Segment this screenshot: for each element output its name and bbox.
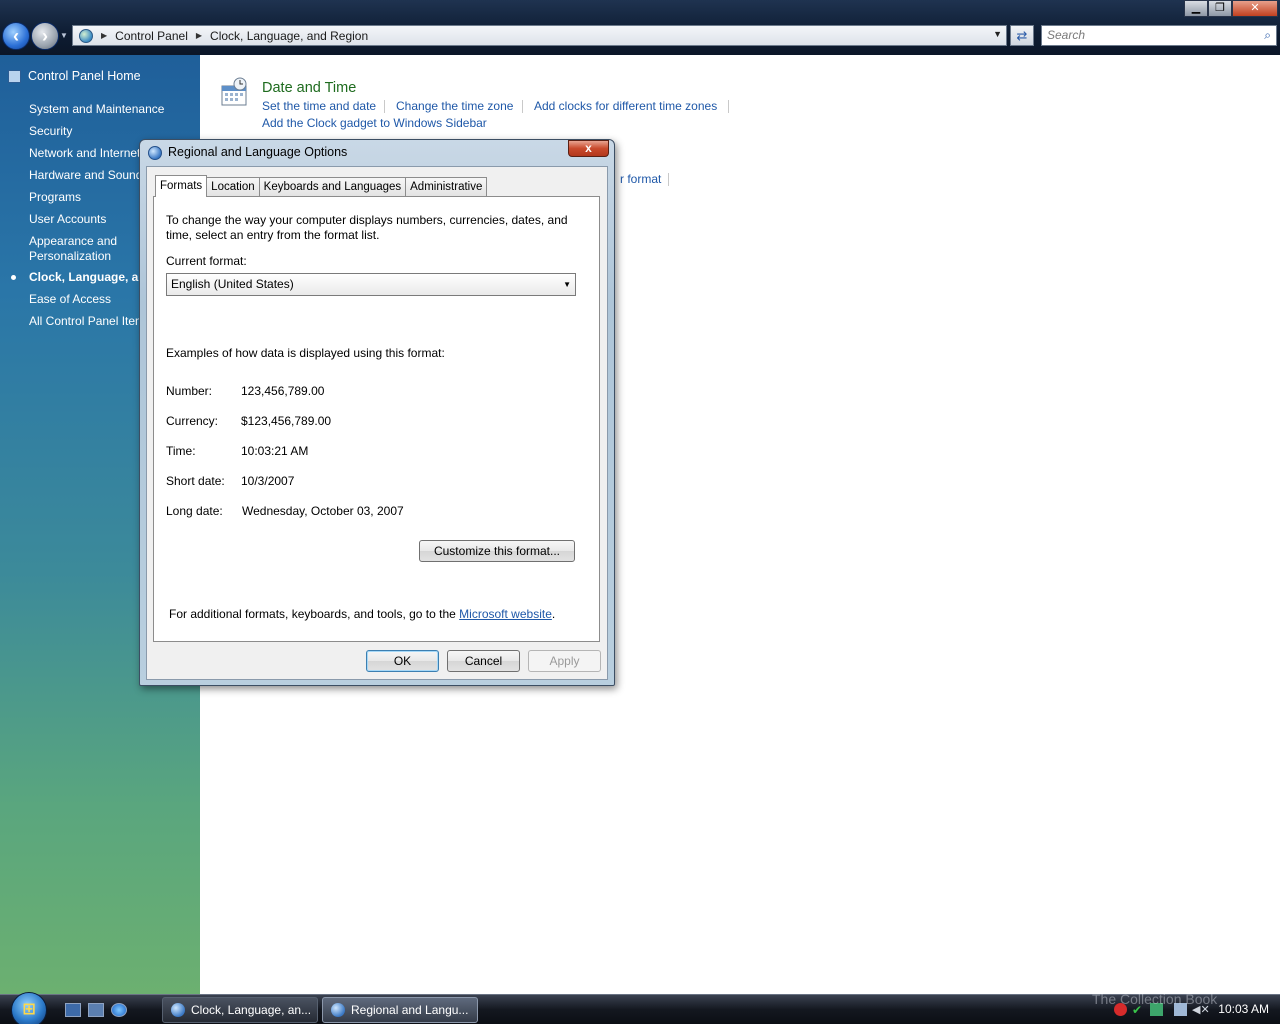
microsoft-website-link[interactable]: Microsoft website — [459, 607, 552, 621]
add-clock-gadget-link[interactable]: Add the Clock gadget to Windows Sidebar — [262, 116, 487, 130]
taskbar-button-regional-options[interactable]: Regional and Langu... — [322, 997, 478, 1023]
change-time-zone-link[interactable]: Change the time zone — [396, 99, 513, 113]
taskbar-button-label: Clock, Language, an... — [191, 1003, 312, 1017]
examples-heading: Examples of how data is displayed using … — [166, 346, 445, 360]
internet-explorer-icon[interactable] — [111, 1003, 127, 1017]
breadcrumb-control-panel[interactable]: Control Panel — [115, 29, 188, 43]
breadcrumb-separator-icon: ▶ — [195, 31, 203, 40]
example-long-date-label: Long date: — [166, 504, 223, 518]
intro-text-line1: To change the way your computer displays… — [166, 213, 568, 227]
switch-windows-icon[interactable] — [88, 1003, 104, 1017]
forward-button[interactable]: › — [31, 22, 59, 50]
tab-formats[interactable]: Formats — [155, 175, 208, 197]
globe-icon — [331, 1003, 345, 1017]
example-currency-value: $123,456,789.00 — [241, 414, 332, 428]
control-panel-home-icon — [8, 69, 21, 83]
apply-button[interactable]: Apply — [528, 650, 601, 672]
date-and-time-title[interactable]: Date and Time — [262, 80, 356, 96]
intro-text-line2: time, select an entry from the format li… — [166, 228, 380, 242]
nav-security[interactable]: Security — [29, 124, 200, 139]
customize-format-button[interactable]: Customize this format... — [419, 540, 575, 562]
address-toolbar: ▁ ❐ ✕ ‹ › ▼ ▶ Control Panel ▶ Clock, Lan… — [0, 0, 1280, 55]
tab-strip: Formats Location Keyboards and Languages… — [155, 175, 488, 197]
refresh-button[interactable]: ⇄ — [1010, 25, 1034, 46]
example-number-value: 123,456,789.00 — [241, 384, 325, 398]
current-format-value: English (United States) — [171, 277, 294, 291]
taskbar-button-control-panel[interactable]: Clock, Language, an... — [162, 997, 318, 1023]
search-input[interactable]: Search ⌕ — [1041, 25, 1277, 46]
dialog-body: Formats Location Keyboards and Languages… — [146, 166, 608, 680]
taskbar-button-label: Regional and Langu... — [351, 1003, 469, 1017]
example-currency-label: Currency: — [166, 414, 219, 428]
nav-system-and-maintenance[interactable]: System and Maintenance — [29, 102, 200, 117]
control-panel-home-label: Control Panel Home — [28, 69, 141, 83]
footer-text: For additional formats, keyboards, and t… — [169, 607, 555, 621]
link-divider — [668, 173, 669, 186]
link-divider — [728, 100, 729, 113]
show-desktop-icon[interactable] — [65, 1003, 81, 1017]
control-panel-icon — [171, 1003, 185, 1017]
date-and-time-icon — [221, 77, 247, 106]
minimize-button[interactable]: ▁ — [1184, 0, 1208, 17]
search-icon[interactable]: ⌕ — [1264, 26, 1271, 45]
dialog-close-button[interactable]: x — [568, 140, 609, 157]
tab-administrative[interactable]: Administrative — [405, 177, 488, 197]
cancel-button[interactable]: Cancel — [447, 650, 520, 672]
system-clock[interactable]: 10:03 AM — [1218, 1002, 1269, 1016]
refresh-icon: ⇄ — [1016, 28, 1028, 43]
add-clocks-link[interactable]: Add clocks for different time zones — [534, 99, 717, 113]
control-panel-home-link[interactable]: Control Panel Home — [8, 69, 141, 83]
link-divider — [522, 100, 523, 113]
watermark-text: The Collection Book — [1092, 991, 1218, 1007]
address-dropdown-icon[interactable]: ▼ — [993, 29, 1002, 39]
tab-location[interactable]: Location — [206, 177, 260, 197]
regional-language-options-dialog: Regional and Language Options x Formats … — [139, 139, 615, 686]
breadcrumb-clock-language-region[interactable]: Clock, Language, and Region — [210, 29, 368, 43]
formats-tab-panel: To change the way your computer displays… — [153, 196, 600, 642]
link-divider — [384, 100, 385, 113]
set-time-and-date-link[interactable]: Set the time and date — [262, 99, 376, 113]
back-button[interactable]: ‹ — [2, 22, 30, 50]
control-panel-icon — [79, 28, 93, 43]
ok-button[interactable]: OK — [366, 650, 439, 672]
example-number-label: Number: — [166, 384, 213, 398]
example-time-value: 10:03:21 AM — [241, 444, 309, 458]
example-long-date-value: Wednesday, October 03, 2007 — [242, 504, 404, 518]
example-time-label: Time: — [166, 444, 196, 458]
start-button[interactable]: ⊞ — [11, 992, 47, 1024]
current-format-label: Current format: — [166, 254, 247, 268]
recent-pages-dropdown-icon[interactable]: ▼ — [60, 31, 68, 40]
selected-bullet-icon — [11, 275, 16, 280]
arrow-right-icon: › — [42, 26, 48, 46]
chevron-down-icon: ▼ — [563, 280, 571, 289]
windows-logo-icon: ⊞ — [22, 1001, 36, 1018]
arrow-left-icon: ‹ — [13, 26, 19, 46]
globe-icon — [148, 146, 162, 160]
footer-text-end: . — [551, 607, 556, 621]
current-format-select[interactable]: English (United States) ▼ — [166, 273, 576, 296]
address-bar[interactable]: ▶ Control Panel ▶ Clock, Language, and R… — [72, 25, 1007, 46]
footer-text-prefix: For additional formats, keyboards, and t… — [169, 607, 460, 621]
tab-keyboards-and-languages[interactable]: Keyboards and Languages — [258, 177, 407, 197]
restore-button[interactable]: ❐ — [1208, 0, 1232, 17]
example-short-date-label: Short date: — [166, 474, 225, 488]
change-format-link-partial[interactable]: r format — [620, 172, 661, 186]
close-window-button[interactable]: ✕ — [1232, 0, 1278, 17]
breadcrumb-separator-icon: ▶ — [101, 31, 108, 40]
dialog-title: Regional and Language Options — [168, 145, 348, 159]
search-placeholder: Search — [1047, 28, 1086, 42]
taskbar: ⊞ Clock, Language, an... Regional and La… — [0, 992, 1280, 1024]
example-short-date-value: 10/3/2007 — [241, 474, 295, 488]
